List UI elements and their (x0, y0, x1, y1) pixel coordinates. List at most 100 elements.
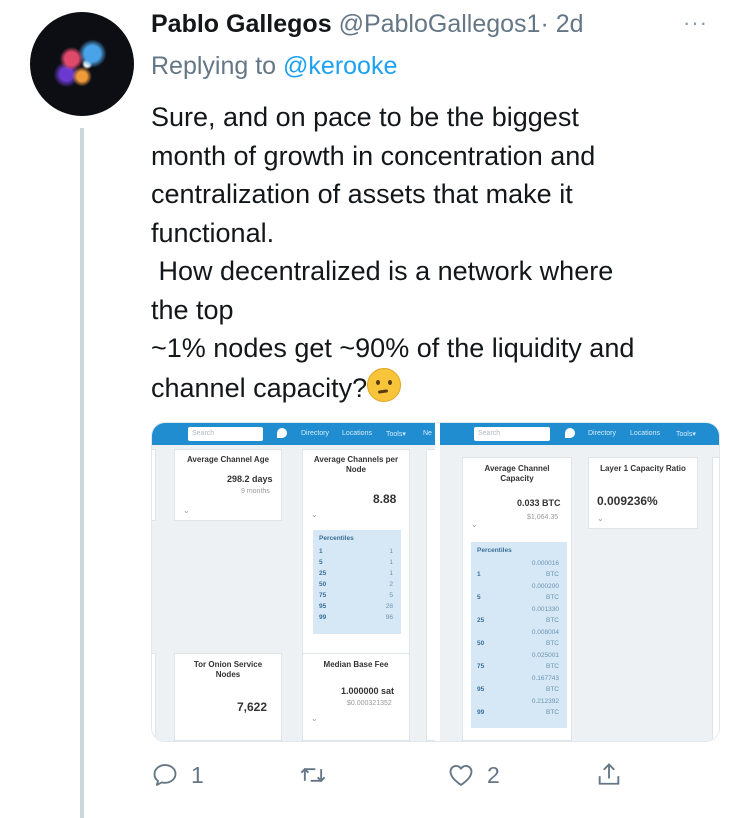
percentile-row: 51 (319, 559, 393, 569)
chevron-down-icon: ⌄ (311, 510, 318, 519)
replying-to-label: Replying to (151, 52, 284, 80)
percentile-row: 11 (319, 548, 393, 558)
avatar[interactable] (30, 12, 134, 116)
percentile-row: 50 BTC (477, 640, 559, 650)
cut-card (712, 457, 719, 741)
tweet-line: month of growth in concentration and (151, 140, 596, 171)
percentile-value: 0.212392 (531, 698, 559, 705)
percentile-value: 0.167743 (531, 675, 559, 682)
site-search-input: Search (474, 427, 550, 441)
like-count: 2 (487, 761, 500, 788)
reply-button[interactable]: 1 (151, 758, 204, 792)
percentile-value: 5 (389, 592, 393, 599)
nav-more: Ne (423, 430, 432, 437)
percentile-value: BTC (546, 663, 559, 670)
thinking-face-emoji-icon (367, 367, 402, 402)
percentile-row: 95 28 (319, 603, 393, 613)
percentile-key: 5 (477, 594, 481, 601)
nav-tools: Tools▾ (676, 431, 696, 438)
author-name[interactable]: Pablo Gallegos (151, 10, 332, 38)
nav-locations: Locations (630, 430, 660, 437)
percentile-value: 0.001330 (531, 606, 559, 613)
percentile-value: 0.008004 (531, 629, 559, 636)
tweet-line: functional. (151, 217, 275, 248)
percentile-key: 5 (319, 559, 323, 566)
site-navbar: Search Directory Locations Tools▾ Ne (152, 423, 435, 445)
chevron-down-icon: ⌄ (311, 714, 318, 723)
separator-dot: · (540, 10, 549, 38)
percentile-value: 0.000200 (531, 583, 559, 590)
percentile-value: BTC (546, 709, 559, 716)
stat-card-avg-channel-age: Average Channel Age 298.2 days 9 months … (174, 449, 282, 521)
percentile-key: 99 (319, 614, 327, 621)
tweet-line: centralization of assets that make it (151, 179, 573, 209)
stat-title-line: Tor Onion Service (193, 660, 263, 669)
stat-value: 0.033 BTC (517, 498, 561, 508)
percentile-value: 0.000016 (531, 560, 559, 567)
bird-logo-icon (277, 428, 287, 438)
percentile-value: 1 (389, 559, 393, 566)
percentile-row: 99 96 (319, 614, 393, 624)
share-button[interactable] (595, 758, 623, 792)
percentile-row: 0.000016 (477, 560, 559, 570)
stat-value: 7,622 (237, 700, 268, 714)
tweet-line-with-emoji: channel capacity? (151, 367, 721, 408)
percentile-row: 0.000200 (477, 583, 559, 593)
stat-title-line: Node (346, 465, 366, 474)
percentile-key: 25 (319, 570, 327, 577)
percentile-key: 50 (319, 581, 327, 588)
stat-title: Median Base Fee (323, 660, 389, 669)
percentile-key: 25 (477, 617, 485, 624)
tweet-line-text: channel capacity? (151, 372, 368, 403)
cut-card (152, 449, 156, 521)
replying-to: Replying to @kerooke (151, 52, 397, 81)
chevron-down-icon: ⌄ (597, 514, 604, 523)
percentile-value: 0.025001 (531, 652, 559, 659)
tweet-media[interactable]: Search Directory Locations Tools▾ Ne Ave… (151, 422, 720, 742)
like-button[interactable]: 2 (447, 758, 500, 792)
percentile-row: 25 1 (319, 570, 393, 580)
percentile-value: 1 (389, 570, 393, 577)
media-image-left[interactable]: Search Directory Locations Tools▾ Ne Ave… (152, 423, 435, 741)
percentile-row: 0.167743 (477, 675, 559, 685)
tweet-line: How decentralized is a network where (151, 256, 614, 286)
chevron-down-icon: ⌄ (183, 506, 190, 515)
percentile-value: 2 (389, 581, 393, 588)
percentiles-title: Percentiles (319, 535, 354, 542)
percentile-row: 99 BTC (477, 709, 559, 719)
percentile-value: BTC (546, 617, 559, 624)
mention-link[interactable]: @kerooke (283, 52, 397, 80)
reply-count: 1 (191, 761, 204, 788)
more-options-icon[interactable]: ··· (683, 12, 708, 34)
percentile-value: 96 (385, 614, 393, 621)
percentile-key: 75 (477, 663, 485, 670)
tweet-timestamp[interactable]: 2d (556, 10, 584, 38)
percentiles-table: Percentiles 11 51 25 1 50 2 75 5 95 28 99 96 (313, 530, 401, 634)
percentile-key: 50 (477, 640, 485, 647)
site-navbar: Search Directory Locations Tools▾ (440, 423, 719, 445)
percentile-key: 95 (477, 686, 485, 693)
percentile-row: 50 2 (319, 581, 393, 591)
tweet-line: Sure, and on pace to be the biggest (151, 102, 579, 132)
percentile-value: BTC (546, 640, 559, 647)
stat-value: 1.000000 sat (341, 686, 395, 696)
stat-title-line: Capacity (500, 474, 534, 483)
nav-tools: Tools▾ (386, 431, 406, 438)
author-handle[interactable]: @PabloGallegos1 (339, 10, 541, 38)
stat-title: Average Channel Age (186, 455, 270, 464)
percentile-row: 5 BTC (477, 594, 559, 604)
stat-subvalue: $1,064.35 (527, 514, 559, 521)
percentile-key: 1 (319, 548, 323, 555)
percentile-key: 95 (319, 603, 327, 610)
tweet-line: ~1% nodes get ~90% of the liquidity and (151, 333, 635, 363)
stat-value: 298.2 days (227, 474, 273, 484)
tweet-header: Pablo Gallegos @PabloGallegos1· 2d (151, 10, 584, 39)
stat-subvalue: $0.000321352 (347, 700, 392, 707)
stat-card-avg-channel-capacity: Average Channel Capacity 0.033 BTC $1,06… (462, 457, 572, 741)
chevron-down-icon: ⌄ (471, 520, 478, 529)
percentiles-title: Percentiles (477, 547, 512, 554)
retweet-button[interactable] (299, 758, 339, 792)
media-image-right[interactable]: Search Directory Locations Tools▾ Averag… (440, 423, 719, 741)
percentile-row: 95 BTC (477, 686, 559, 696)
percentile-row: 25 BTC (477, 617, 559, 627)
